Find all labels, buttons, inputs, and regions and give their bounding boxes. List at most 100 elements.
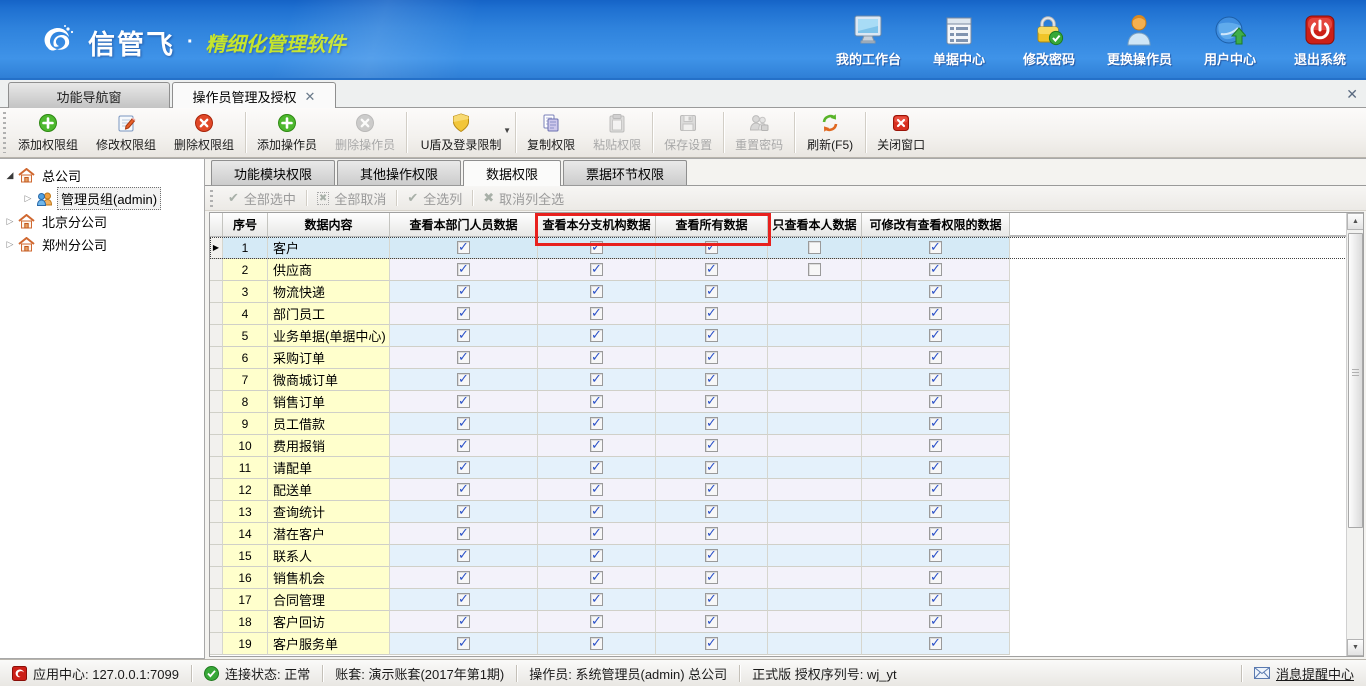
view-branch-cell[interactable] <box>538 523 656 545</box>
view-all-cell[interactable] <box>656 567 768 589</box>
view-department-cell[interactable] <box>390 479 538 501</box>
view-branch-cell[interactable] <box>538 303 656 325</box>
save-settings-button[interactable]: 保存设置 <box>655 108 721 157</box>
permission-checkbox[interactable] <box>929 527 942 540</box>
view-all-cell[interactable] <box>656 413 768 435</box>
view-department-cell[interactable] <box>390 325 538 347</box>
nav-my-workbench[interactable]: 我的工作台 <box>836 12 901 68</box>
tab-function-module-permissions[interactable]: 功能模块权限 <box>211 160 335 185</box>
permission-checkbox[interactable] <box>590 329 603 342</box>
permission-checkbox[interactable] <box>457 439 470 452</box>
can-modify-cell[interactable] <box>862 369 1010 391</box>
permission-checkbox[interactable] <box>705 241 718 254</box>
view-branch-cell[interactable] <box>538 369 656 391</box>
cancel-all-button[interactable]: ✖ 全部取消 <box>307 189 396 208</box>
permission-checkbox[interactable] <box>705 417 718 430</box>
scroll-up-icon[interactable]: ▲ <box>1347 213 1364 230</box>
view-department-cell[interactable] <box>390 611 538 633</box>
tab-function-navigation[interactable]: 功能导航窗 <box>8 82 170 109</box>
permission-checkbox[interactable] <box>457 307 470 320</box>
permission-checkbox[interactable] <box>705 505 718 518</box>
column-header-view-all[interactable]: 查看所有数据 <box>656 213 768 236</box>
view-branch-cell[interactable] <box>538 259 656 281</box>
permission-checkbox[interactable] <box>590 351 603 364</box>
view-all-cell[interactable] <box>656 457 768 479</box>
view-all-cell[interactable] <box>656 369 768 391</box>
permission-checkbox[interactable] <box>590 505 603 518</box>
permission-checkbox[interactable] <box>929 483 942 496</box>
view-department-cell[interactable] <box>390 259 538 281</box>
tab-operator-management[interactable]: 操作员管理及授权 ✕ <box>172 82 336 110</box>
view-self-only-cell[interactable] <box>768 501 862 523</box>
column-header-view-department[interactable]: 查看本部门人员数据 <box>390 213 538 236</box>
delete-permission-group-button[interactable]: 删除权限组 <box>165 108 243 157</box>
table-row[interactable]: 10 费用报销 <box>210 435 1363 457</box>
permission-checkbox[interactable] <box>590 483 603 496</box>
copy-permission-button[interactable]: 复制权限 <box>518 108 584 157</box>
column-header-no[interactable]: 序号 <box>223 213 268 236</box>
tab-ticket-link-permissions[interactable]: 票据环节权限 <box>563 160 687 185</box>
can-modify-cell[interactable] <box>862 347 1010 369</box>
view-all-cell[interactable] <box>656 435 768 457</box>
table-row[interactable]: 3 物流快递 <box>210 281 1363 303</box>
permission-checkbox[interactable] <box>590 461 603 474</box>
tab-close-icon[interactable]: ✕ <box>305 89 316 105</box>
tree-node-zhengzhou-branch[interactable]: ▷ 郑州分公司 <box>0 233 204 256</box>
table-row[interactable]: 11 请配单 <box>210 457 1363 479</box>
can-modify-cell[interactable] <box>862 303 1010 325</box>
permission-checkbox[interactable] <box>590 549 603 562</box>
table-row[interactable]: 13 查询统计 <box>210 501 1363 523</box>
table-row[interactable]: 6 采购订单 <box>210 347 1363 369</box>
table-row[interactable]: 7 微商城订单 <box>210 369 1363 391</box>
permission-checkbox[interactable] <box>705 373 718 386</box>
permission-checkbox[interactable] <box>457 483 470 496</box>
tree-expander-icon[interactable]: ▷ <box>4 239 16 250</box>
permission-checkbox[interactable] <box>590 241 603 254</box>
view-branch-cell[interactable] <box>538 413 656 435</box>
permission-checkbox[interactable] <box>705 615 718 628</box>
permission-checkbox[interactable] <box>457 329 470 342</box>
permission-checkbox[interactable] <box>590 263 603 276</box>
can-modify-cell[interactable] <box>862 501 1010 523</box>
view-department-cell[interactable] <box>390 589 538 611</box>
permission-checkbox[interactable] <box>590 395 603 408</box>
view-self-only-cell[interactable] <box>768 237 862 259</box>
view-all-cell[interactable] <box>656 303 768 325</box>
column-header-view-self-only[interactable]: 只查看本人数据 <box>768 213 862 236</box>
permission-checkbox[interactable] <box>590 637 603 650</box>
view-all-cell[interactable] <box>656 501 768 523</box>
view-branch-cell[interactable] <box>538 501 656 523</box>
view-self-only-cell[interactable] <box>768 611 862 633</box>
table-row[interactable]: 8 销售订单 <box>210 391 1363 413</box>
can-modify-cell[interactable] <box>862 457 1010 479</box>
view-self-only-cell[interactable] <box>768 523 862 545</box>
tab-data-permissions[interactable]: 数据权限 <box>463 160 561 186</box>
permission-checkbox[interactable] <box>929 285 942 298</box>
tree-node-head-office[interactable]: ◢ 总公司 <box>0 164 204 187</box>
permission-checkbox[interactable] <box>590 615 603 628</box>
permission-checkbox[interactable] <box>929 549 942 562</box>
view-self-only-cell[interactable] <box>768 413 862 435</box>
permission-checkbox[interactable] <box>457 593 470 606</box>
view-all-cell[interactable] <box>656 259 768 281</box>
permission-checkbox[interactable] <box>457 263 470 276</box>
permission-checkbox[interactable] <box>929 439 942 452</box>
permission-checkbox[interactable] <box>590 439 603 452</box>
permission-checkbox[interactable] <box>929 395 942 408</box>
permission-checkbox[interactable] <box>929 593 942 606</box>
can-modify-cell[interactable] <box>862 259 1010 281</box>
permission-checkbox[interactable] <box>457 351 470 364</box>
view-department-cell[interactable] <box>390 633 538 655</box>
view-department-cell[interactable] <box>390 567 538 589</box>
table-row[interactable]: 5 业务单据(单据中心) <box>210 325 1363 347</box>
table-row[interactable]: 17 合同管理 <box>210 589 1363 611</box>
view-department-cell[interactable] <box>390 435 538 457</box>
tree-expander-icon[interactable]: ▷ <box>4 216 16 227</box>
scrollbar-thumb[interactable] <box>1348 233 1363 528</box>
permission-checkbox[interactable] <box>457 461 470 474</box>
permission-checkbox[interactable] <box>929 637 942 650</box>
table-row[interactable]: 9 员工借款 <box>210 413 1363 435</box>
view-self-only-cell[interactable] <box>768 589 862 611</box>
permission-checkbox[interactable] <box>590 593 603 606</box>
permission-checkbox[interactable] <box>705 571 718 584</box>
